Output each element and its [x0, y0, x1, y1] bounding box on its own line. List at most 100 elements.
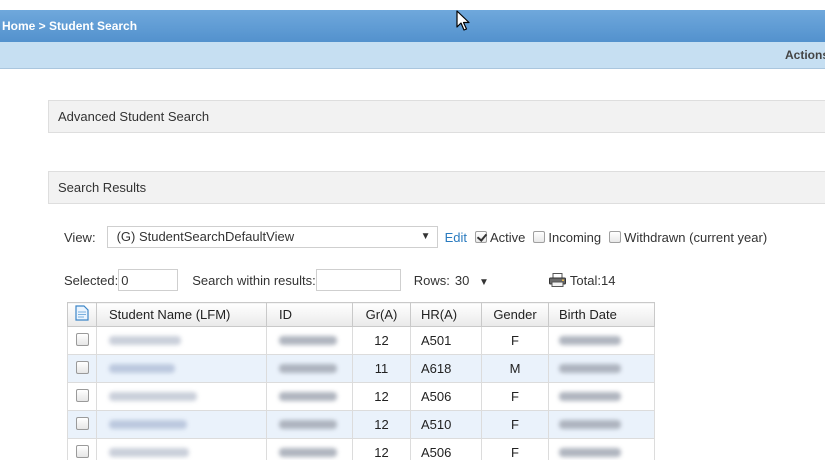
- homeroom-cell: A506: [410, 438, 482, 460]
- gender-cell: F: [481, 410, 549, 439]
- birth-date-cell: [548, 382, 655, 411]
- row-select-cell: [67, 354, 97, 383]
- homeroom-cell: A618: [410, 354, 482, 383]
- breadcrumb-home-link[interactable]: Home: [2, 19, 35, 33]
- birth-date-cell: [548, 354, 655, 383]
- student-name-cell[interactable]: [96, 410, 267, 439]
- column-gender[interactable]: Gender: [481, 302, 549, 327]
- row-select-cell: [67, 382, 97, 411]
- student-id-cell: [266, 438, 353, 460]
- active-checkbox[interactable]: [474, 231, 487, 243]
- column-grade[interactable]: Gr(A): [352, 302, 411, 327]
- student-name-cell[interactable]: [96, 354, 267, 383]
- action-bar: Actions: [0, 42, 825, 69]
- view-select[interactable]: (G) StudentSearchDefaultView ▼: [106, 226, 438, 248]
- column-homeroom[interactable]: HR(A): [410, 302, 482, 327]
- student-name-cell[interactable]: [96, 438, 267, 460]
- advanced-search-title[interactable]: Advanced Student Search: [58, 109, 209, 124]
- mouse-pointer-icon: [456, 10, 470, 31]
- row-checkbox[interactable]: [75, 360, 89, 374]
- table-row[interactable]: 12 A510 F: [67, 410, 655, 439]
- active-label: Active: [489, 229, 526, 245]
- redacted-id: [279, 448, 337, 457]
- row-checkbox[interactable]: [75, 332, 89, 346]
- homeroom-cell: A501: [410, 326, 482, 355]
- column-student-name[interactable]: Student Name (LFM): [96, 302, 267, 327]
- document-icon[interactable]: [75, 305, 89, 321]
- gender-cell: F: [481, 326, 549, 355]
- row-checkbox[interactable]: [75, 444, 89, 458]
- rows-label: Rows:: [413, 272, 450, 288]
- selected-label-text: Selected:: [64, 272, 119, 288]
- birth-date-cell: [548, 438, 655, 460]
- redacted-name: [109, 392, 197, 401]
- advanced-search-panel[interactable]: Advanced Student Search: [48, 100, 825, 133]
- grade-cell: 12: [352, 326, 411, 355]
- gender-cell: F: [481, 382, 549, 411]
- caret-down-icon: ▼: [420, 231, 431, 242]
- incoming-checkbox[interactable]: [533, 231, 546, 243]
- table-row[interactable]: 12 A506 F: [67, 382, 655, 411]
- table-row[interactable]: 12 A506 F: [67, 438, 655, 460]
- redacted-birth-date: [559, 364, 621, 373]
- print-total: Total: 14: [548, 272, 616, 288]
- total-value: 14: [600, 272, 616, 288]
- gender-cell: M: [481, 354, 549, 383]
- table-row[interactable]: 11 A618 M: [67, 354, 655, 383]
- printer-icon[interactable]: [548, 273, 566, 287]
- rows-value: 30: [454, 272, 470, 288]
- view-row: View: (G) StudentSearchDefaultView ▼ Edi…: [64, 226, 767, 248]
- column-birth-date[interactable]: Birth Date: [548, 302, 655, 327]
- redacted-name: [109, 420, 187, 429]
- homeroom-cell: A510: [410, 410, 482, 439]
- row-select-cell: [67, 438, 97, 460]
- selected-count-field[interactable]: [118, 269, 179, 291]
- redacted-id: [279, 336, 337, 345]
- redacted-name: [109, 364, 175, 373]
- row-select-cell: [67, 410, 97, 439]
- redacted-id: [279, 392, 337, 401]
- student-name-cell[interactable]: [96, 382, 267, 411]
- row-checkbox[interactable]: [75, 388, 89, 402]
- student-name-cell[interactable]: [96, 326, 267, 355]
- export-column-header[interactable]: [67, 302, 97, 327]
- table-header-row: Student Name (LFM) ID Gr(A) HR(A) Gender…: [67, 302, 655, 327]
- breadcrumb-current: Student Search: [49, 19, 138, 33]
- edit-view-link[interactable]: Edit: [445, 230, 467, 245]
- breadcrumb: Home > Student Search: [0, 10, 137, 42]
- actions-menu[interactable]: Actions: [785, 42, 825, 69]
- column-id[interactable]: ID: [266, 302, 353, 327]
- incoming-label: Incoming: [548, 229, 602, 245]
- controls-row: Selected: Search within results: Rows: 3…: [64, 269, 615, 291]
- row-select-cell: [67, 326, 97, 355]
- homeroom-cell: A506: [410, 382, 482, 411]
- birth-date-cell: [548, 326, 655, 355]
- results-table: Student Name (LFM) ID Gr(A) HR(A) Gender…: [67, 302, 655, 460]
- total-label: Total:: [569, 272, 601, 288]
- row-checkbox[interactable]: [75, 416, 89, 430]
- table-row[interactable]: 12 A501 F: [67, 326, 655, 355]
- search-results-panel: Search Results: [48, 171, 825, 204]
- gender-cell: F: [481, 438, 549, 460]
- caret-down-icon: ▼: [478, 276, 489, 288]
- withdrawn-checkbox[interactable]: [609, 231, 622, 243]
- redacted-birth-date: [559, 420, 621, 429]
- view-select-value: (G) StudentSearchDefaultView: [116, 229, 295, 244]
- redacted-birth-date: [559, 392, 621, 401]
- student-id-cell: [266, 410, 353, 439]
- redacted-id: [279, 420, 337, 429]
- redacted-id: [279, 364, 337, 373]
- grade-cell: 12: [352, 382, 411, 411]
- view-label: View:: [64, 229, 96, 245]
- student-id-cell: [266, 326, 353, 355]
- grade-cell: 12: [352, 438, 411, 460]
- student-id-cell: [266, 354, 353, 383]
- redacted-name: [109, 448, 189, 457]
- withdrawn-label: Withdrawn (current year): [624, 229, 768, 245]
- grade-cell: 11: [352, 354, 411, 383]
- rows-select[interactable]: 30 ▼: [455, 273, 489, 288]
- breadcrumb-separator: >: [35, 19, 50, 33]
- search-within-input[interactable]: [315, 269, 401, 291]
- redacted-birth-date: [559, 336, 621, 345]
- redacted-name: [109, 336, 181, 345]
